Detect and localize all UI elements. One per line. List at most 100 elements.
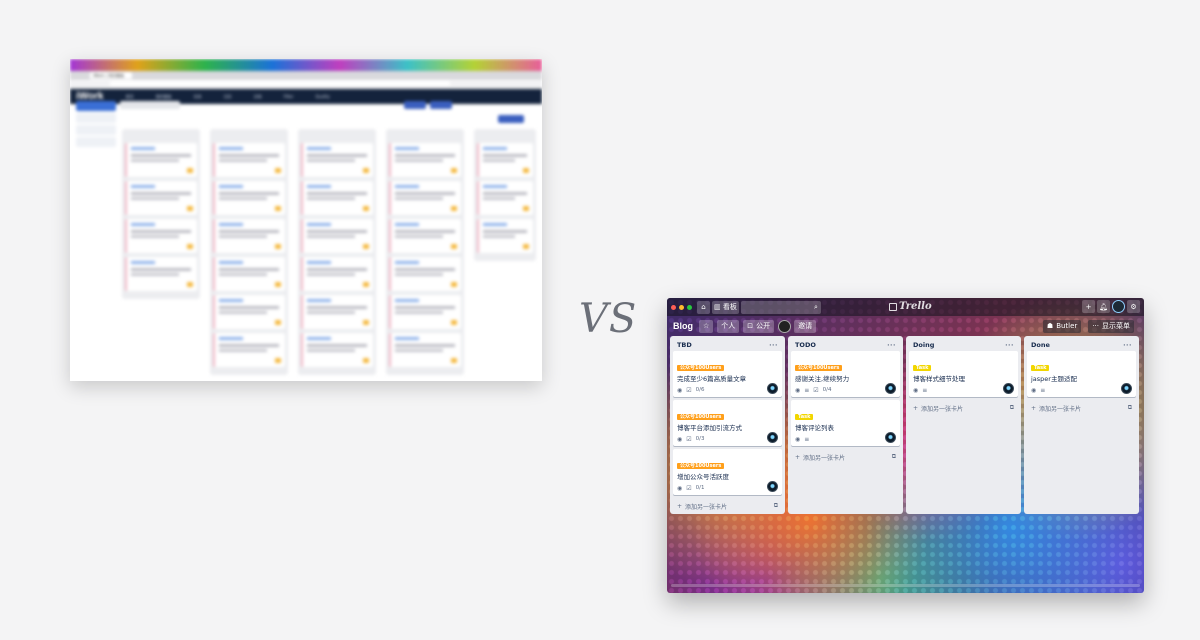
watch-eye-icon: ◉: [677, 386, 683, 394]
list-menu-icon[interactable]: ···: [1005, 341, 1014, 349]
sidebar-item[interactable]: [76, 137, 116, 147]
iwork-card[interactable]: [389, 257, 461, 291]
iwork-card[interactable]: [213, 219, 285, 253]
card[interactable]: 公众号100Users 感谢关注,继续努力 ◉ ≡ ☑ 0/4: [791, 351, 900, 397]
iwork-card[interactable]: [477, 181, 533, 215]
add-card-button[interactable]: + 添加另一张卡片 ⧉: [909, 400, 1018, 416]
nav-item[interactable]: Quality: [316, 94, 330, 99]
card-member-avatar[interactable]: [885, 432, 896, 443]
iwork-card[interactable]: [389, 181, 461, 215]
home-button[interactable]: ⌂: [697, 300, 710, 314]
list-title[interactable]: TODO: [795, 341, 816, 349]
card-member-avatar[interactable]: [885, 383, 896, 394]
show-menu-button[interactable]: ··· 显示菜单: [1088, 319, 1134, 333]
star-button[interactable]: ☆: [699, 319, 714, 333]
iwork-card[interactable]: [301, 257, 373, 291]
iwork-card[interactable]: [301, 333, 373, 367]
iwork-column: [122, 129, 200, 299]
iwork-card[interactable]: [213, 333, 285, 367]
close-window-dot[interactable]: [671, 304, 676, 310]
nav-item[interactable]: 日历: [224, 94, 232, 100]
iwork-card[interactable]: [125, 181, 197, 215]
sidebar-item[interactable]: [76, 113, 116, 123]
user-avatar[interactable]: [1112, 300, 1125, 313]
iwork-card[interactable]: [301, 143, 373, 177]
iwork-card[interactable]: [389, 219, 461, 253]
iwork-card[interactable]: [213, 143, 285, 177]
nav-item[interactable]: 文档: [254, 94, 262, 100]
iwork-card[interactable]: [389, 295, 461, 329]
iwork-screenshot: iWork | 项目看板 iWork 首页 我的看板 任务 日历 文档 Filt…: [70, 59, 542, 381]
nav-item[interactable]: 我的看板: [156, 94, 172, 100]
public-button[interactable]: ⊡ 公开: [743, 319, 775, 333]
personal-button[interactable]: 个人: [717, 319, 740, 333]
menu-label: 显示菜单: [1102, 322, 1130, 330]
search-input[interactable]: ⌕: [740, 300, 821, 314]
card[interactable]: 公众号100Users 完成至少6篇高质量文章 ◉ ☑ 0/6: [673, 351, 782, 397]
card[interactable]: Task 博客样式细节处理 ◉ ≡: [909, 351, 1018, 397]
card-template-icon[interactable]: ⧉: [892, 453, 896, 461]
card-member-avatar[interactable]: [1003, 383, 1014, 394]
card[interactable]: Task 博客评论列表 ◉ ≡: [791, 400, 900, 446]
list-title[interactable]: Done: [1031, 341, 1050, 349]
card[interactable]: Task jasper主题适配 ◉ ≡: [1027, 351, 1136, 397]
list-title[interactable]: TBD: [677, 341, 692, 349]
watch-eye-icon: ◉: [795, 386, 801, 394]
sidebar-item[interactable]: [76, 125, 116, 135]
checklist-count: 0/1: [695, 485, 705, 491]
list-menu-icon[interactable]: ···: [1123, 341, 1132, 349]
card-member-avatar[interactable]: [767, 481, 778, 492]
iwork-card[interactable]: [125, 257, 197, 291]
list-menu-icon[interactable]: ···: [887, 341, 896, 349]
boards-button[interactable]: ▥ 看板: [712, 300, 739, 314]
settings-button[interactable]: ⚙: [1127, 300, 1140, 313]
nav-item[interactable]: 任务: [194, 94, 202, 100]
nav-item[interactable]: Filter: [284, 94, 294, 99]
trello-logo[interactable]: Trello: [889, 301, 932, 312]
iwork-card[interactable]: [213, 181, 285, 215]
create-button[interactable]: +: [1082, 300, 1095, 313]
iwork-card[interactable]: [477, 143, 533, 177]
board-name[interactable]: Blog: [673, 321, 693, 331]
card-template-icon[interactable]: ⧉: [1128, 404, 1132, 412]
iwork-card[interactable]: [477, 219, 533, 253]
checklist-icon: ☑: [813, 386, 819, 394]
iwork-card[interactable]: [301, 295, 373, 329]
star-icon: ☆: [703, 322, 710, 330]
iwork-card[interactable]: [301, 219, 373, 253]
browser-tab[interactable]: iWork | 项目看板: [90, 72, 132, 79]
iwork-card[interactable]: [301, 181, 373, 215]
iwork-card[interactable]: [213, 295, 285, 329]
nav-item[interactable]: 首页: [126, 94, 134, 100]
iwork-card[interactable]: [389, 333, 461, 367]
iwork-card[interactable]: [125, 143, 197, 177]
card-badges: ◉ ≡: [1031, 386, 1132, 394]
invite-button[interactable]: 邀请: [794, 319, 817, 333]
address-bar[interactable]: [70, 81, 542, 89]
add-card-button[interactable]: + 添加另一张卡片 ⧉: [791, 449, 900, 465]
card[interactable]: 公众号100Users 博客平台添加引流方式 ◉ ☑ 0/3: [673, 400, 782, 446]
card-member-avatar[interactable]: [767, 432, 778, 443]
zoom-window-dot[interactable]: [687, 304, 692, 310]
card-template-icon[interactable]: ⧉: [1010, 404, 1014, 412]
iwork-card[interactable]: [389, 143, 461, 177]
card[interactable]: 公众号100Users 增加公众号活跃度 ◉ ☑ 0/1: [673, 449, 782, 495]
iwork-card[interactable]: [213, 257, 285, 291]
boards-icon: ▥: [714, 303, 721, 311]
card-member-avatar[interactable]: [1121, 383, 1132, 394]
add-card-button[interactable]: + 添加另一张卡片 ⧉: [1027, 400, 1136, 416]
add-card-button[interactable]: + 添加另一张卡片 ⧉: [673, 498, 782, 514]
search-icon: ⌕: [813, 302, 818, 311]
butler-button[interactable]: ☗ Butler: [1042, 319, 1082, 333]
sidebar-item[interactable]: [76, 101, 116, 111]
horizontal-scrollbar[interactable]: [671, 584, 1140, 587]
list-menu-icon[interactable]: ···: [769, 341, 778, 349]
card-member-avatar[interactable]: [767, 383, 778, 394]
member-avatar[interactable]: [778, 319, 792, 333]
minimize-window-dot[interactable]: [679, 304, 684, 310]
list-title[interactable]: Doing: [913, 341, 934, 349]
card-template-icon[interactable]: ⧉: [774, 502, 778, 510]
iwork-card[interactable]: [125, 219, 197, 253]
watch-eye-icon: ◉: [795, 435, 801, 443]
notifications-button[interactable]: 🔔︎: [1097, 300, 1110, 313]
